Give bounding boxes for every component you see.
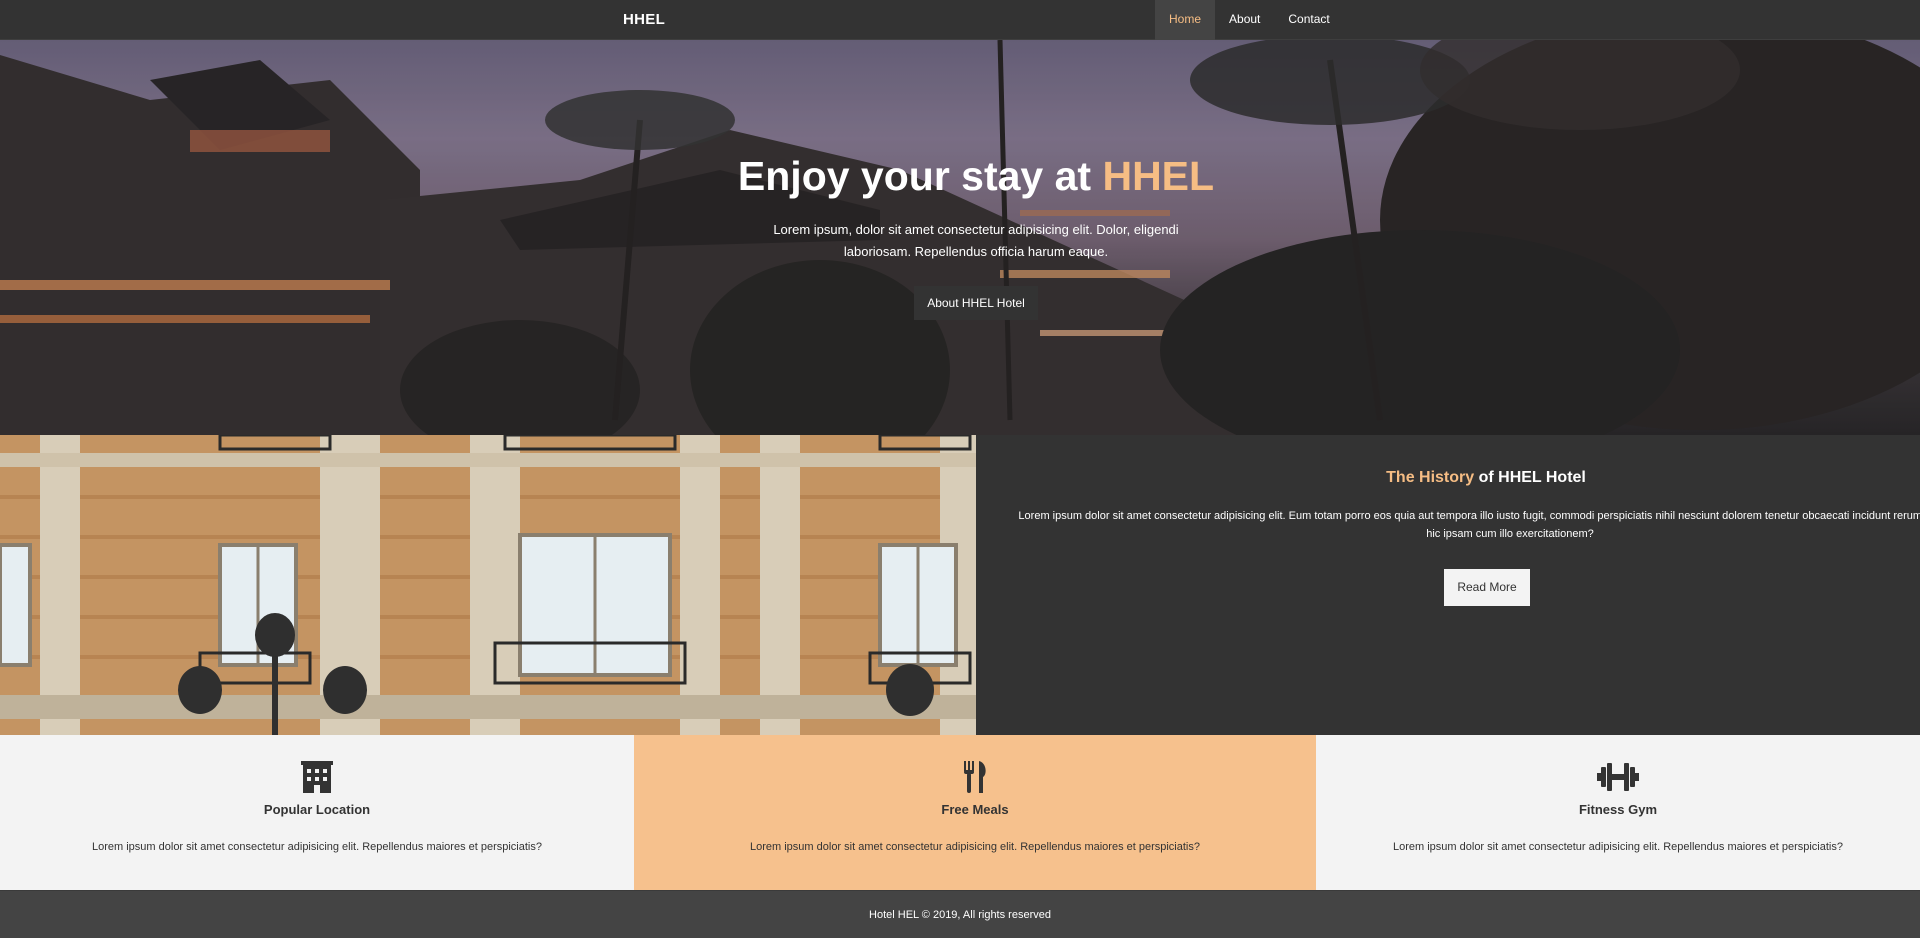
nav-links: Home About Contact	[1155, 0, 1344, 40]
history-title-rest: of HHEL Hotel	[1474, 469, 1586, 486]
history-panel: The History of HHEL Hotel Lorem ipsum do…	[976, 435, 1920, 735]
feature-fitness-gym: Fitness Gym Lorem ipsum dolor sit amet c…	[1316, 735, 1920, 890]
feature-popular-location: Popular Location Lorem ipsum dolor sit a…	[0, 735, 634, 890]
hero-section: Enjoy your stay at HHEL Lorem ipsum, dol…	[0, 40, 1920, 435]
feature-title: Fitness Gym	[1578, 802, 1658, 817]
feature-free-meals: Free Meals Lorem ipsum dolor sit amet co…	[634, 735, 1316, 890]
hero-title-prefix: Enjoy your stay at	[737, 153, 1103, 199]
feature-text: Lorem ipsum dolor sit amet consectetur a…	[750, 841, 1200, 853]
building-icon	[301, 761, 333, 793]
hero-title-accent: HHEL	[1102, 153, 1215, 199]
building-facade-illustration	[0, 435, 976, 735]
feature-text: Lorem ipsum dolor sit amet consectetur a…	[1393, 841, 1843, 853]
nav-link-contact[interactable]: Contact	[1274, 0, 1343, 40]
hero-content: Enjoy your stay at HHEL Lorem ipsum, dol…	[560, 153, 1392, 321]
history-title: The History of HHEL Hotel	[976, 469, 1920, 487]
history-title-accent: The History	[1386, 469, 1475, 486]
about-hotel-button[interactable]: About HHEL Hotel	[914, 286, 1038, 321]
footer: Hotel HEL © 2019, All rights reserved	[0, 890, 1920, 938]
read-more-button[interactable]: Read More	[1444, 569, 1530, 606]
feature-text: Lorem ipsum dolor sit amet consectetur a…	[92, 841, 542, 853]
history-description: Lorem ipsum dolor sit amet consectetur a…	[1018, 510, 1920, 540]
navbar: HHEL Home About Contact	[0, 0, 1920, 40]
footer-copyright: Hotel HEL © 2019, All rights reserved	[869, 909, 1051, 921]
history-building-image	[0, 435, 976, 735]
hero-subtitle: Lorem ipsum, dolor sit amet consectetur …	[773, 222, 1179, 260]
dumbbell-icon	[1597, 763, 1639, 791]
feature-title: Free Meals	[941, 802, 1009, 817]
brand-logo[interactable]: HHEL	[623, 11, 665, 28]
feature-title: Popular Location	[263, 802, 371, 817]
nav-link-about[interactable]: About	[1215, 0, 1274, 40]
nav-link-home[interactable]: Home	[1155, 0, 1216, 40]
utensils-icon	[964, 761, 986, 793]
hero-title: Enjoy your stay at HHEL	[560, 153, 1392, 199]
